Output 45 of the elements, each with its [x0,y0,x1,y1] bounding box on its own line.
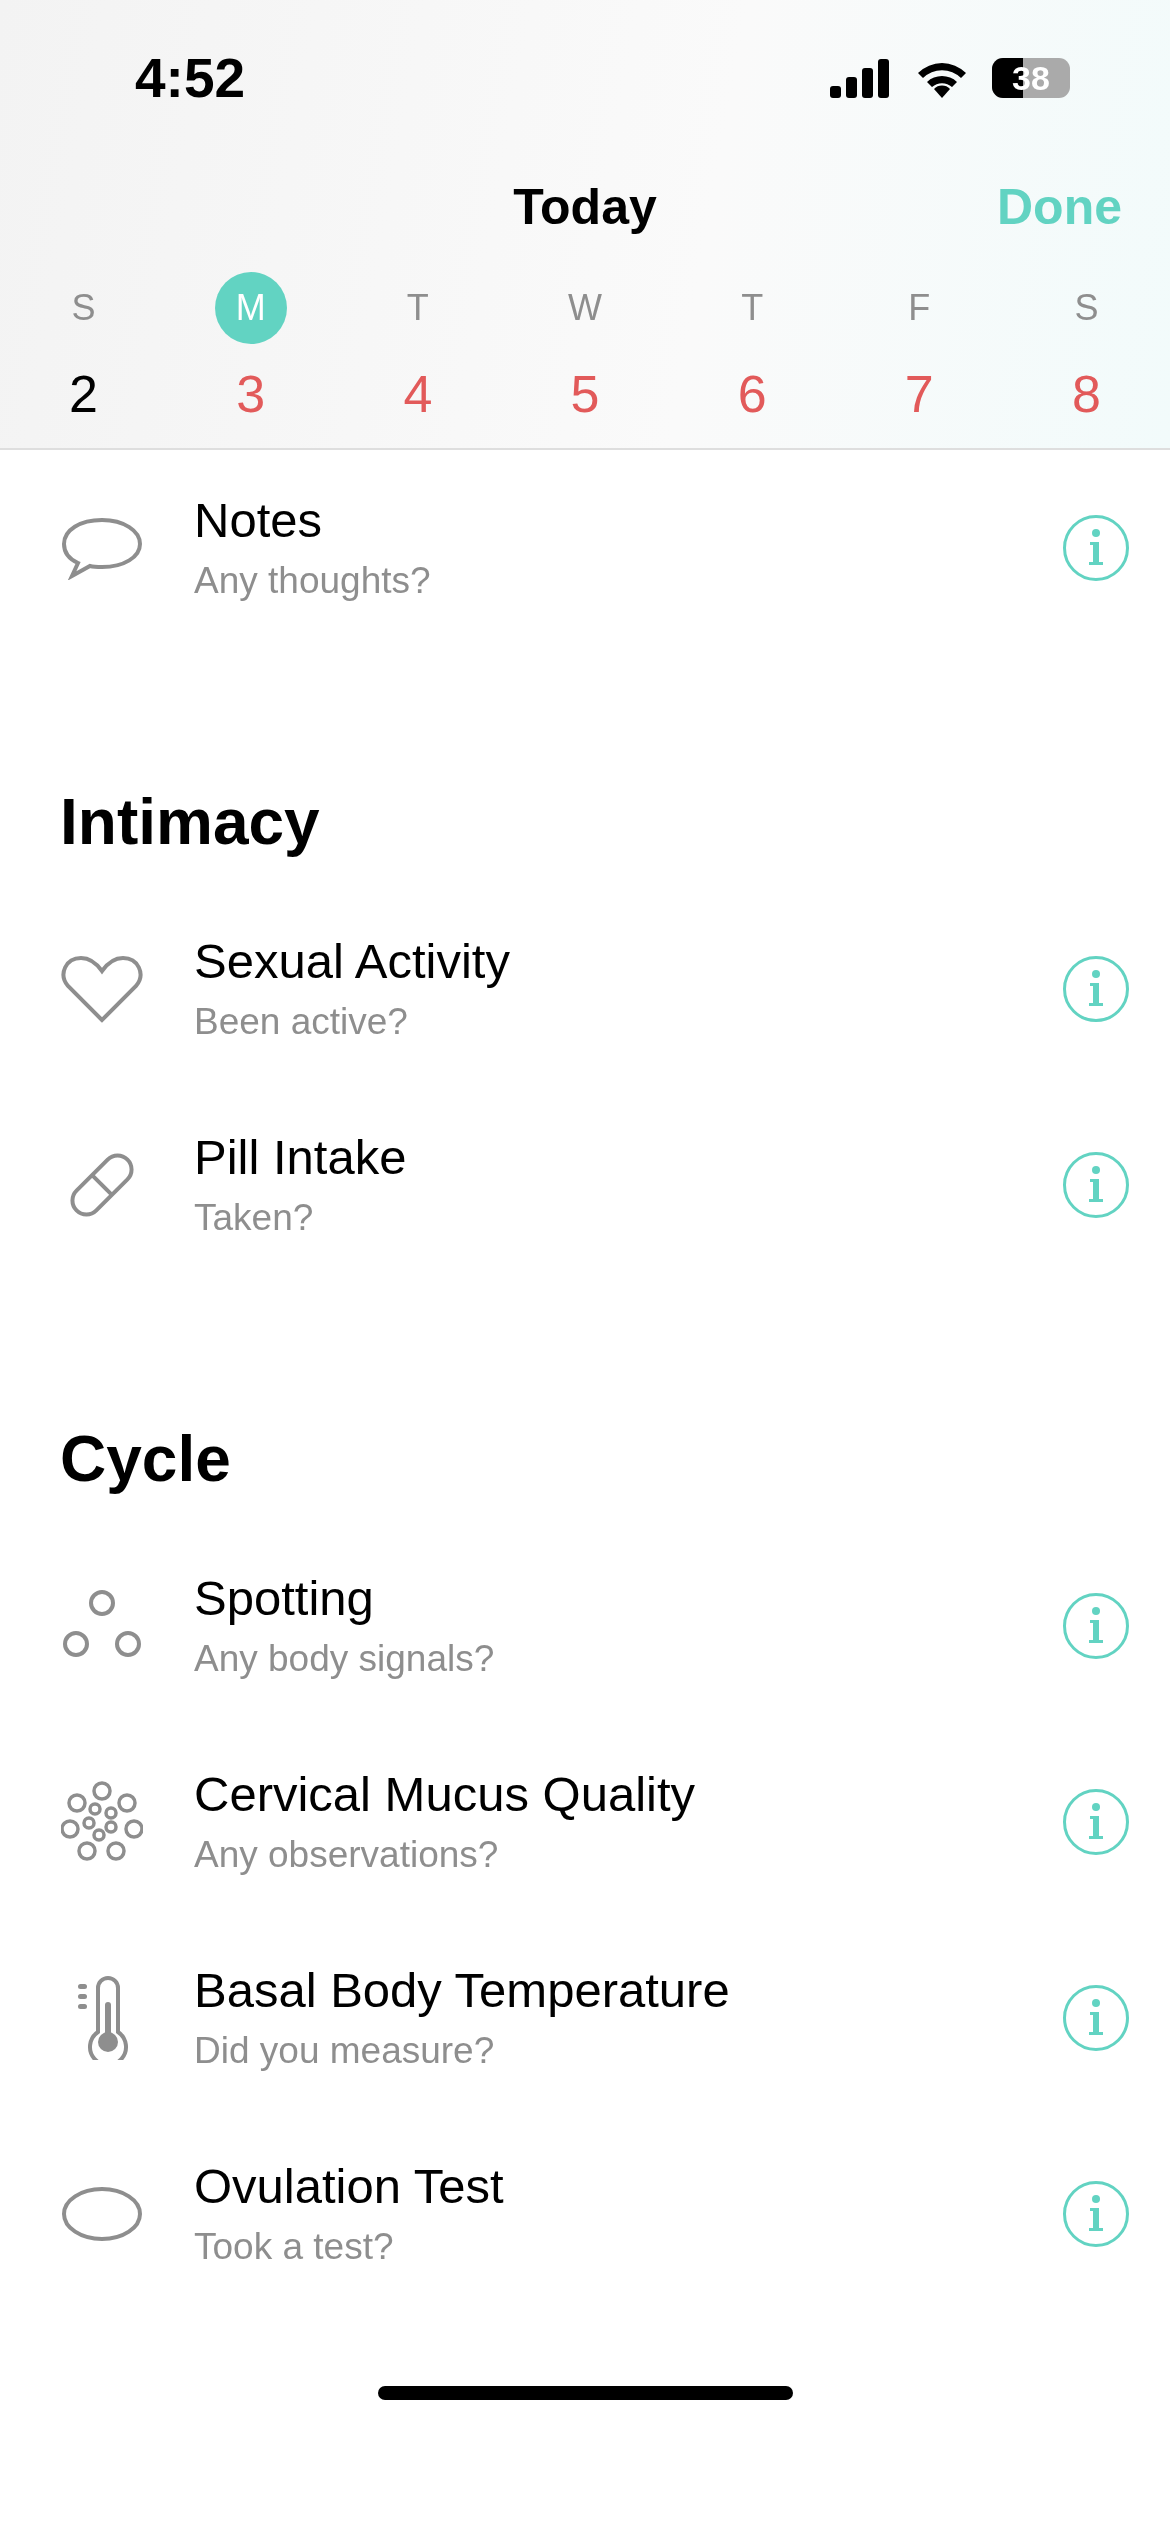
day-number[interactable]: 2 [69,364,99,424]
info-button[interactable] [1062,1592,1130,1660]
item-title: Ovulation Test [194,2158,504,2215]
day-number[interactable]: 3 [236,364,266,424]
day-number[interactable]: 4 [403,364,433,424]
weekday-label[interactable]: S [1050,272,1123,344]
item-prompt: Any body signals? [194,1637,495,1681]
day-number[interactable]: 8 [1071,364,1101,424]
info-button[interactable] [1062,1151,1130,1219]
info-button[interactable] [1062,1788,1130,1856]
info-button[interactable] [1062,1984,1130,2052]
item-prompt: Been active? [194,1000,408,1044]
day-number[interactable]: 7 [904,364,934,424]
weekday-label[interactable]: S [47,272,120,344]
item-title: Basal Body Temperature [194,1962,730,2019]
oval-icon [60,2185,144,2243]
item-title: Spotting [194,1570,374,1627]
info-button[interactable] [1062,2180,1130,2248]
dots-cluster-icon [61,1781,143,1863]
nav-title: Today [513,178,657,236]
item-title: Notes [194,492,322,549]
item-prompt: Took a test? [194,2225,394,2269]
signal-icon [830,57,892,98]
selected-weekday[interactable]: M [214,272,287,344]
item-title: Sexual Activity [194,933,510,990]
done-button[interactable]: Done [997,178,1122,236]
status-time: 4:52 [135,45,246,110]
item-prompt: Taken? [194,1196,314,1240]
item-prompt: Any observations? [194,1833,499,1877]
speech-bubble-icon [60,516,144,580]
item-prompt: Did you measure? [194,2029,495,2073]
weekday-label[interactable]: T [716,272,789,344]
weekday-label[interactable]: F [883,272,956,344]
day-number[interactable]: 5 [570,364,600,424]
heart-icon [60,954,144,1024]
day-number[interactable]: 6 [737,364,767,424]
info-button[interactable] [1062,514,1130,582]
item-prompt: Any thoughts? [194,559,431,603]
weekday-label[interactable]: W [549,272,621,344]
weekday-label[interactable]: T [381,272,454,344]
item-title: Pill Intake [194,1129,407,1186]
info-button[interactable] [1062,955,1130,1023]
item-title: Cervical Mucus Quality [194,1766,696,1823]
section-heading: Cycle [60,1422,232,1497]
section-heading: Intimacy [60,785,321,860]
